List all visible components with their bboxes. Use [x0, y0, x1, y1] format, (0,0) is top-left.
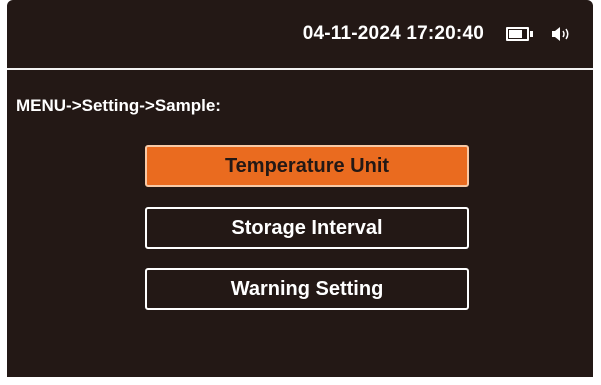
- breadcrumb: MENU->Setting->Sample:: [16, 96, 221, 115]
- temperature-unit-button[interactable]: Temperature Unit: [145, 145, 469, 187]
- battery-icon: [506, 27, 533, 41]
- storage-interval-button[interactable]: Storage Interval: [145, 207, 469, 249]
- datetime-display: 04-11-2024 17:20:40: [302, 23, 484, 44]
- storage-interval-label: Storage Interval: [231, 216, 383, 239]
- warning-setting-label: Warning Setting: [230, 277, 384, 300]
- status-bar: 04-11-2024 17:20:40: [7, 0, 593, 68]
- device-screen: 04-11-2024 17:20:40 MENU->Setting->Sampl…: [7, 0, 593, 377]
- battery-body: [506, 27, 529, 41]
- header-divider: [7, 68, 593, 70]
- battery-cap: [530, 31, 533, 37]
- temperature-unit-label: Temperature Unit: [224, 154, 390, 177]
- speaker-icon: [551, 25, 571, 43]
- warning-setting-button[interactable]: Warning Setting: [145, 268, 469, 310]
- battery-level-fill: [509, 30, 522, 38]
